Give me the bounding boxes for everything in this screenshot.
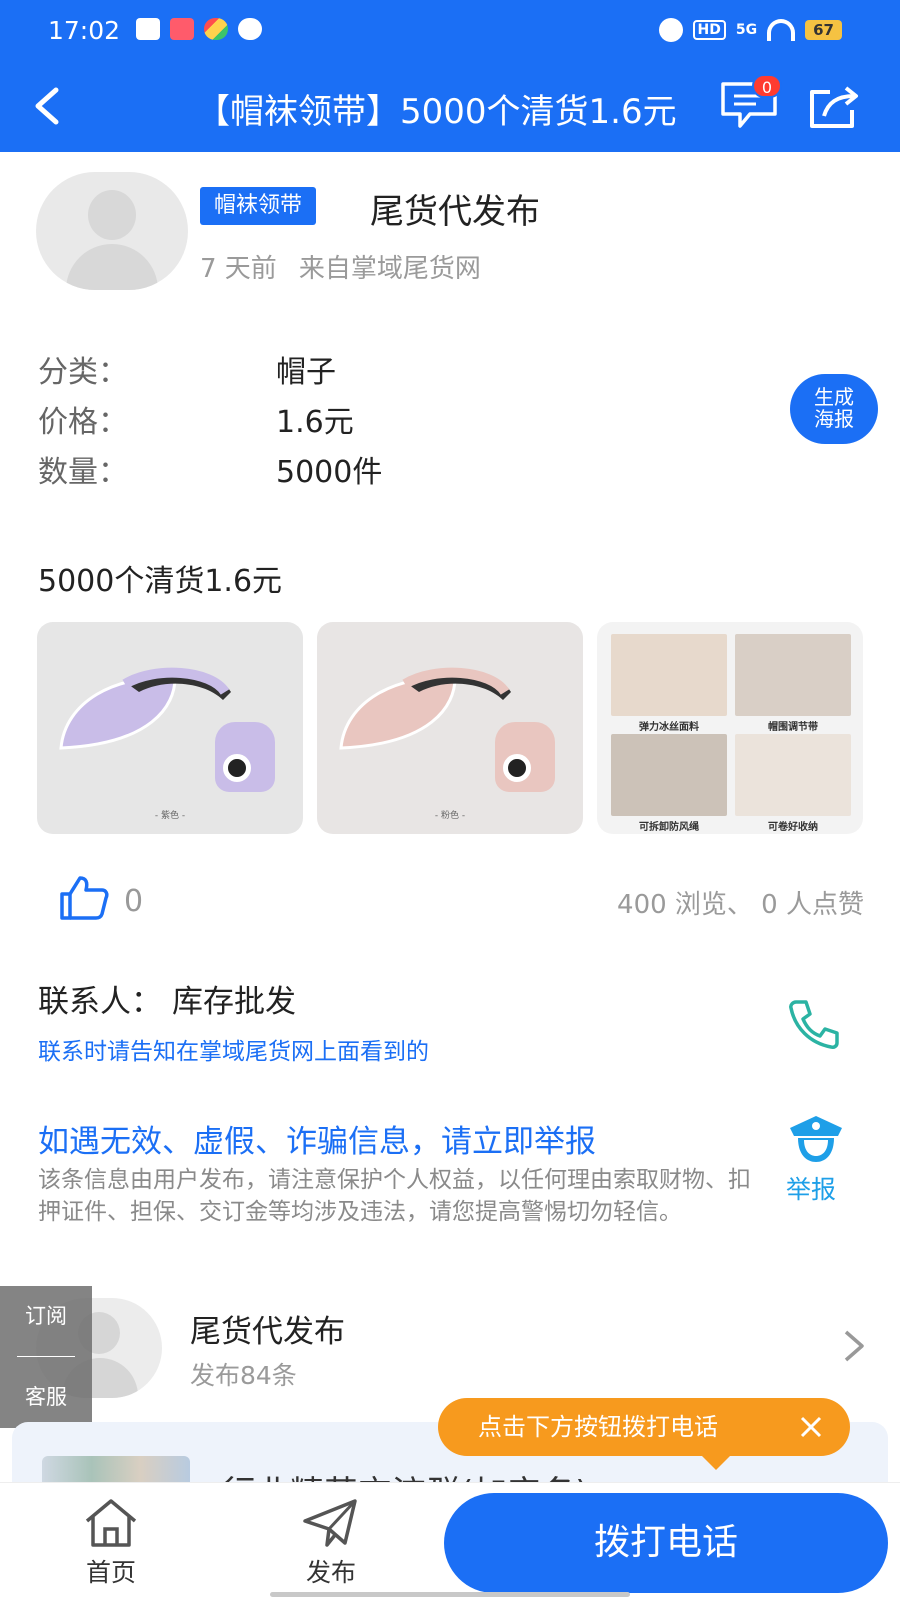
share-icon[interactable] [808, 84, 860, 130]
visor-hat-illustration [59, 667, 231, 750]
status-bar: 17:02 HD 5G 67 [0, 0, 900, 62]
description-text: 5000个清货1.6元 [38, 564, 283, 599]
visor-hat-illustration [339, 667, 511, 750]
image-caption: - 紫色 - [154, 811, 186, 821]
detail-photo-cord [611, 734, 727, 816]
image-gallery: - 紫色 - - 粉色 - 弹力冰丝面料 帽围调节带 可拆卸防风绳 可卷好收纳 [37, 622, 863, 834]
alarm-icon [658, 18, 683, 42]
publisher-post-count: 发布84条 [190, 1361, 297, 1390]
generate-poster-button[interactable]: 生成 海报 [790, 374, 878, 444]
customer-service-button[interactable]: 客服 [0, 1367, 92, 1427]
thumbs-up-icon[interactable] [58, 874, 110, 920]
publisher-name[interactable]: 尾货代发布 [190, 1306, 345, 1351]
image-caption: - 粉色 - [434, 811, 466, 821]
detail-photo-strap [735, 634, 851, 716]
author-avatar[interactable] [36, 172, 188, 290]
tab-home[interactable]: 首页 [56, 1497, 166, 1589]
tooltip-text: 点击下方按钮拨打电话 [478, 1413, 718, 1441]
wifi-icon [767, 19, 796, 41]
floating-side-panel: 订阅 客服 [0, 1286, 92, 1428]
police-officer-icon[interactable] [786, 1110, 846, 1170]
tab-publish-label: 发布 [305, 1558, 356, 1587]
status-time: 17:02 [48, 16, 121, 45]
detail-label: 分类： [38, 355, 128, 390]
detail-caption: 弹力冰丝面料 [639, 722, 699, 733]
contact-label: 联系人： [38, 984, 162, 1020]
back-arrow-icon[interactable] [30, 86, 66, 126]
close-icon[interactable] [796, 1412, 826, 1442]
product-image-pink[interactable]: - 粉色 - [317, 622, 583, 834]
chevron-right-icon[interactable] [838, 1326, 868, 1366]
chat-bubble-icon [238, 18, 262, 40]
page-title: 【帽袜领带】5000个清货1.6元 [196, 92, 677, 132]
detail-value: 1.6元 [276, 405, 354, 440]
tab-publish[interactable]: 发布 [276, 1497, 386, 1589]
tooltip-arrow [700, 1454, 732, 1470]
detail-label: 数量： [38, 455, 128, 490]
cup-opening [223, 754, 251, 782]
detail-caption: 可卷好收纳 [768, 822, 818, 833]
home-indicator [270, 1592, 630, 1597]
tab-home-label: 首页 [85, 1558, 136, 1587]
detail-value: 帽子 [276, 355, 336, 390]
divider [17, 1356, 75, 1357]
detail-row-quantity: 数量： 5000件 [38, 444, 382, 494]
bottom-action-bar: 首页 发布 拨打电话 [0, 1482, 900, 1600]
signal-icon: 5G [735, 22, 758, 38]
paper-plane-icon [303, 1499, 357, 1547]
contact-line: 联系人： 库存批发 [38, 976, 296, 1021]
detail-caption: 帽围调节带 [768, 722, 818, 733]
view-stats: 400 浏览、 0 人点赞 [617, 890, 864, 920]
phone-icon[interactable] [786, 996, 842, 1052]
like-count: 0 [124, 884, 144, 919]
poster-button-line1: 生成 [814, 385, 854, 409]
post-meta: 7 天前 来自掌域尾货网 [200, 248, 481, 285]
card-icon [136, 18, 160, 40]
message-badge: 0 [752, 74, 782, 98]
pinwheel-icon [204, 18, 228, 40]
home-icon [85, 1499, 137, 1547]
notification-icons [136, 18, 262, 40]
subscribe-button[interactable]: 订阅 [0, 1286, 92, 1346]
contact-name: 库存批发 [172, 984, 296, 1020]
app-header: 17:02 HD 5G 67 【帽袜领带】5000个清货1.6元 0 [0, 0, 900, 152]
hd-icon: HD [692, 20, 726, 40]
post-source: 来自掌域尾货网 [298, 254, 481, 284]
detail-list: 分类： 帽子 价格： 1.6元 数量： 5000件 [38, 344, 382, 494]
app-notification-icon [170, 18, 194, 40]
call-tooltip: 点击下方按钮拨打电话 [438, 1398, 850, 1456]
poster-button-line2: 海报 [814, 407, 854, 431]
detail-caption: 可拆卸防风绳 [639, 822, 699, 833]
cup-opening [503, 754, 531, 782]
detail-label: 价格： [38, 405, 128, 440]
detail-photo-storage [735, 734, 851, 816]
product-image-purple[interactable]: - 紫色 - [37, 622, 303, 834]
post-time: 7 天前 [200, 254, 277, 284]
detail-row-category: 分类： 帽子 [38, 344, 382, 394]
detail-row-price: 价格： 1.6元 [38, 394, 382, 444]
call-button[interactable]: 拨打电话 [444, 1493, 888, 1593]
report-title: 如遇无效、虚假、诈骗信息，请立即举报 [38, 1124, 596, 1160]
detail-value: 5000件 [276, 455, 383, 490]
report-disclaimer: 该条信息由用户发布，请注意保护个人权益，以任何理由索取财物、扣押证件、担保、交订… [38, 1167, 751, 1225]
detail-photo-fabric [611, 634, 727, 716]
contact-hint: 联系时请告知在掌域尾货网上面看到的 [38, 1039, 429, 1065]
author-name: 尾货代发布 [370, 192, 540, 232]
report-button[interactable]: 举报 [786, 1170, 836, 1206]
category-tag: 帽袜领带 [200, 187, 317, 225]
system-icons: HD 5G 67 [658, 18, 842, 42]
battery-icon: 67 [805, 20, 842, 40]
product-image-details[interactable]: 弹力冰丝面料 帽围调节带 可拆卸防风绳 可卷好收纳 [597, 622, 863, 834]
